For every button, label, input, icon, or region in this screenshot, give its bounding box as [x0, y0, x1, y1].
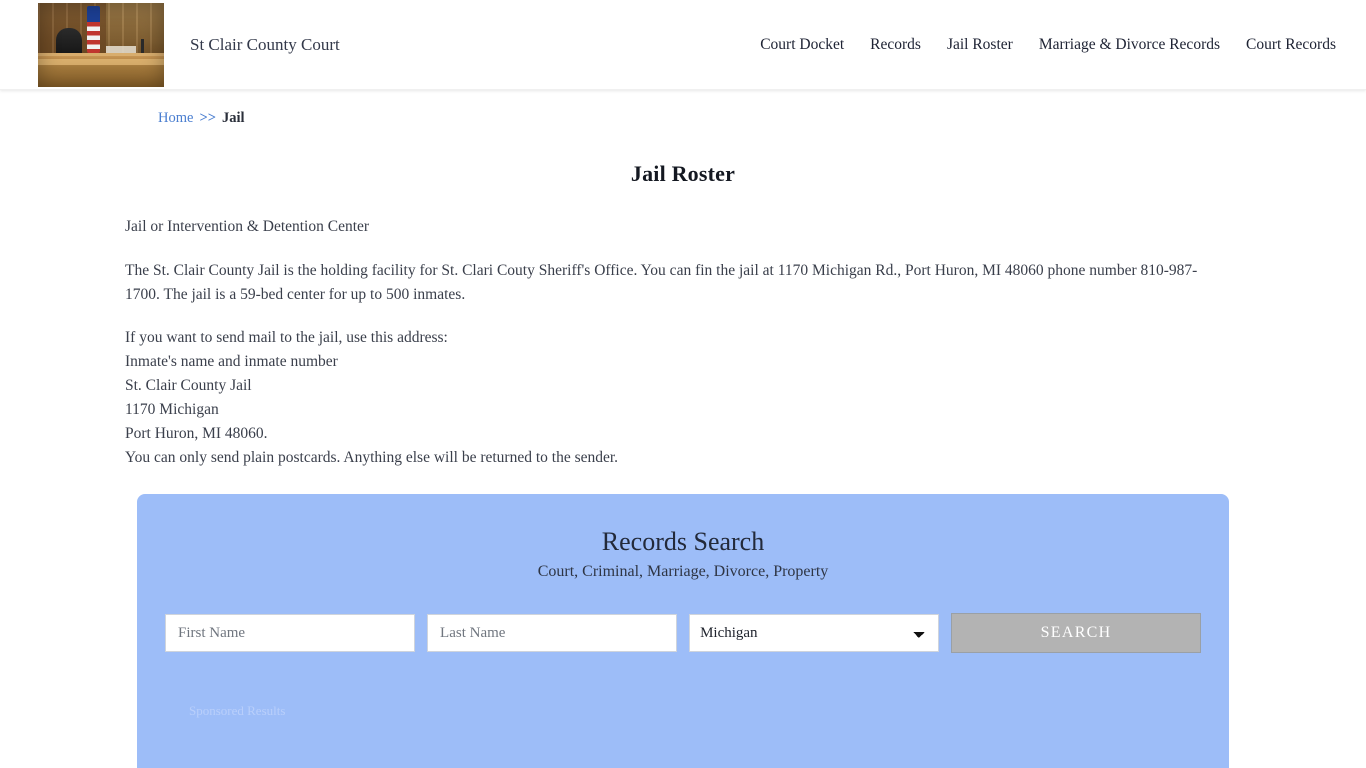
courtroom-photo-icon — [38, 2, 164, 87]
nav-item-jail-roster[interactable]: Jail Roster — [947, 36, 1013, 54]
page-title: Jail Roster — [630, 161, 736, 186]
jail-description-paragraph: The St. Clair County Jail is the holding… — [125, 261, 1198, 303]
records-search-heading: Records Search — [601, 527, 765, 557]
breadcrumb-home-link[interactable]: Home — [158, 110, 193, 126]
records-search-subheading: Court, Criminal, Marriage, Divorce, Prop… — [537, 563, 829, 581]
address-line-1: Inmate's name and inmate number — [125, 353, 338, 371]
nav-item-court-records[interactable]: Court Records — [1246, 36, 1336, 54]
site-title: St Clair County Court — [190, 34, 340, 54]
postcard-note: You can only send plain postcards. Anyth… — [125, 449, 619, 467]
state-select[interactable]: Michigan — [689, 614, 940, 653]
breadcrumb-current: Jail — [221, 110, 245, 126]
mailing-address-block: If you want to send mail to the jail, us… — [125, 326, 1230, 470]
site-header: St Clair County Court Court Docket Recor… — [0, 0, 1366, 90]
breadcrumb: Home >> Jail — [158, 110, 1366, 127]
last-name-input[interactable] — [427, 614, 678, 653]
sponsored-results-label: Sponsored Results — [189, 703, 286, 719]
address-line-2: St. Clair County Jail — [125, 377, 252, 395]
main-navigation: Court Docket Records Jail Roster Marriag… — [760, 36, 1336, 54]
page-content: Home >> Jail Jail Roster Jail or Intervent… — [0, 110, 1366, 768]
intro-line: Jail or Intervention & Detention Center — [125, 218, 370, 235]
mail-intro-line: If you want to send mail to the jail, us… — [125, 329, 448, 347]
nav-item-records[interactable]: Records — [870, 36, 921, 54]
nav-item-court-docket[interactable]: Court Docket — [760, 36, 844, 54]
body-copy: Jail or Intervention & Detention Center … — [125, 215, 1230, 470]
search-button[interactable]: SEARCH — [951, 613, 1201, 654]
breadcrumb-separator: >> — [199, 110, 216, 126]
address-line-4: Port Huron, MI 48060. — [125, 425, 268, 443]
first-name-input[interactable] — [165, 614, 416, 653]
brand[interactable]: St Clair County Court — [38, 2, 340, 87]
address-line-3: 1170 Michigan — [125, 401, 219, 419]
records-search-panel: Records Search Court, Criminal, Marriage… — [137, 494, 1229, 768]
nav-item-marriage-divorce-records[interactable]: Marriage & Divorce Records — [1039, 36, 1220, 54]
records-search-form: Michigan SEARCH — [163, 613, 1203, 654]
